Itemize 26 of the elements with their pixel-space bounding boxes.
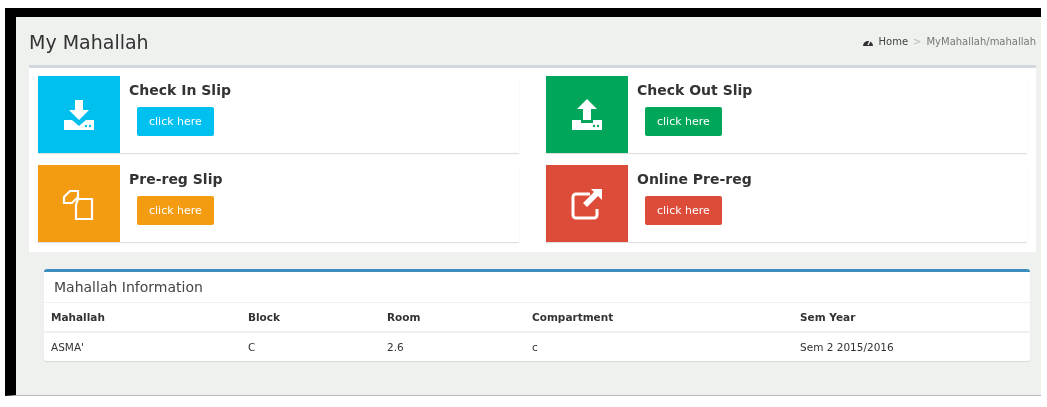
download-icon [62, 97, 96, 132]
column-header: Room [380, 303, 525, 332]
table-cell: c [525, 332, 793, 361]
column-header: Sem Year [793, 303, 1030, 332]
slip-title: Online Pre-reg [637, 171, 752, 187]
slip-title: Check Out Slip [637, 82, 753, 98]
table-cell: C [241, 332, 380, 361]
table-cell: Sem 2 2015/2016 [793, 332, 1030, 361]
slip-title: Pre-reg Slip [129, 171, 223, 187]
table-cell: 2.6 [380, 332, 525, 361]
click-here-button[interactable]: click here [137, 107, 214, 136]
slip-title: Check In Slip [129, 82, 231, 98]
breadcrumb-link[interactable]: Home [878, 35, 909, 47]
click-here-button[interactable]: click here [645, 196, 722, 225]
click-here-button[interactable]: click here [645, 107, 722, 136]
column-header: Mahallah [44, 303, 241, 332]
table-cell: ASMA' [44, 332, 241, 361]
breadcrumb-separator: > [913, 35, 922, 47]
breadcrumb-link[interactable]: MyMahallah/mahallah [926, 35, 1036, 47]
column-header: Block [241, 303, 380, 332]
info-title: Mahallah Information [44, 272, 1030, 303]
page-title: My Mahallah [29, 30, 149, 53]
column-header: Compartment [525, 303, 793, 332]
click-here-button[interactable]: click here [137, 196, 214, 225]
external-link-icon [570, 186, 604, 221]
upload-icon [570, 97, 604, 132]
